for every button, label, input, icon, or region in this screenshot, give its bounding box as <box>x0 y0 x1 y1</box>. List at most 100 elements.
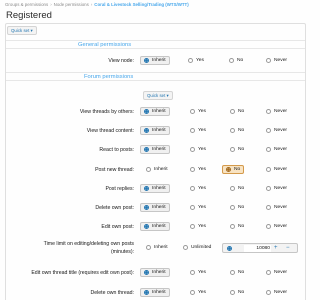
radio-icon <box>230 147 235 152</box>
option-yes[interactable]: Yes <box>190 184 206 193</box>
radio-icon <box>190 270 195 275</box>
radio-icon <box>230 128 235 133</box>
option-no[interactable]: No <box>230 107 244 116</box>
radio-icon <box>230 186 235 191</box>
option-inherit[interactable]: Inherit <box>140 222 170 231</box>
breadcrumb-item[interactable]: Groups & permissions <box>5 2 48 7</box>
radio-icon <box>190 128 195 133</box>
option-inherit[interactable]: Inherit <box>140 268 170 277</box>
section-title: General permissions <box>78 42 132 48</box>
chevron-right-icon: › <box>50 2 52 7</box>
option-yes[interactable]: Yes <box>190 126 206 135</box>
radio-icon <box>230 224 235 229</box>
option-yes[interactable]: Yes <box>190 107 206 116</box>
radio-icon <box>144 128 149 133</box>
option-inherit[interactable]: Inherit <box>140 203 170 212</box>
option-no[interactable]: No <box>222 165 245 174</box>
option-no[interactable]: No <box>229 56 243 65</box>
option-never[interactable]: Never <box>266 184 287 193</box>
radio-icon <box>266 128 271 133</box>
option-no[interactable]: No <box>230 126 244 135</box>
option-yes[interactable]: Yes <box>190 288 206 297</box>
radio-icon <box>190 290 195 295</box>
option-no[interactable]: No <box>230 184 244 193</box>
option-inherit[interactable]: Inherit <box>146 243 168 252</box>
option-no[interactable]: No <box>230 268 244 277</box>
option-never[interactable]: Never <box>266 165 287 174</box>
option-inherit[interactable]: Inherit <box>140 288 170 297</box>
option-yes[interactable]: Yes <box>190 268 206 277</box>
option-never[interactable]: Never <box>266 56 287 65</box>
radio-icon <box>266 186 271 191</box>
increment-button[interactable]: + <box>274 244 278 252</box>
radio-icon <box>230 109 235 114</box>
perm-label: View thread content: <box>86 128 134 134</box>
perm-label: Delete own post: <box>95 205 134 211</box>
perm-label: Post new thread: <box>95 167 134 173</box>
radio-icon <box>266 147 271 152</box>
radio-icon <box>266 224 271 229</box>
section-header-general: General permissions <box>6 40 305 49</box>
option-no[interactable]: No <box>230 203 244 212</box>
option-never[interactable]: Never <box>266 107 287 116</box>
section-title: Forum permissions <box>84 74 134 80</box>
option-never[interactable]: Never <box>266 288 287 297</box>
option-inherit[interactable]: Inherit <box>140 126 170 135</box>
option-never[interactable]: Never <box>266 145 287 154</box>
option-yes[interactable]: Yes <box>188 56 204 65</box>
radio-icon <box>226 167 231 172</box>
option-yes[interactable]: Yes <box>190 165 206 174</box>
perm-label: React to posts: <box>99 147 134 153</box>
radio-icon <box>144 224 149 229</box>
perm-label: View node: <box>108 58 134 64</box>
option-never[interactable]: Never <box>266 222 287 231</box>
time-limit-stepper[interactable]: 10080 + − <box>222 243 298 253</box>
option-yes[interactable]: Yes <box>190 203 206 212</box>
quick-set-button[interactable]: Quick set ▾ <box>143 91 173 100</box>
breadcrumb: Groups & permissions › Node permissions › Co… <box>5 2 189 7</box>
radio-icon <box>266 58 271 63</box>
radio-icon <box>230 270 235 275</box>
option-yes[interactable]: Yes <box>190 222 206 231</box>
breadcrumb-item[interactable]: Node permissions <box>54 2 89 7</box>
radio-icon <box>190 167 195 172</box>
option-never[interactable]: Never <box>266 126 287 135</box>
breadcrumb-item[interactable]: Coral & Livestock Selling/Trading (WTS/W… <box>94 2 188 7</box>
option-inherit[interactable]: Inherit <box>140 184 170 193</box>
radio-icon[interactable] <box>227 245 232 251</box>
option-never[interactable]: Never <box>266 268 287 277</box>
radio-icon <box>190 224 195 229</box>
option-never[interactable]: Never <box>266 203 287 212</box>
radio-icon <box>229 58 234 63</box>
radio-icon <box>144 290 149 295</box>
radio-icon <box>144 205 149 210</box>
time-limit-input[interactable]: 10080 <box>244 245 271 252</box>
option-inherit[interactable]: Inherit <box>140 56 170 65</box>
radio-icon <box>230 290 235 295</box>
option-inherit[interactable]: Inherit <box>140 145 170 154</box>
quick-set-button[interactable]: Quick set ▾ <box>7 26 37 35</box>
decrement-button[interactable]: − <box>286 244 290 252</box>
radio-icon <box>144 147 149 152</box>
perm-label: Edit own post: <box>101 224 134 230</box>
radio-icon <box>188 58 193 63</box>
radio-icon <box>266 205 271 210</box>
option-inherit[interactable]: Inherit <box>146 165 168 174</box>
section-header-forum: Forum permissions <box>6 72 305 81</box>
radio-icon <box>190 109 195 114</box>
option-unlimited[interactable]: Unlimited <box>183 243 211 252</box>
radio-icon <box>144 186 149 191</box>
radio-icon <box>266 109 271 114</box>
radio-icon <box>190 147 195 152</box>
option-no[interactable]: No <box>230 222 244 231</box>
radio-icon <box>266 270 271 275</box>
radio-icon <box>146 167 151 172</box>
page-title: Registered <box>6 10 52 21</box>
radio-icon <box>190 205 195 210</box>
option-no[interactable]: No <box>230 288 244 297</box>
option-yes[interactable]: Yes <box>190 145 206 154</box>
radio-icon <box>146 245 151 250</box>
option-no[interactable]: No <box>230 145 244 154</box>
perm-label: Post replies: <box>105 186 134 192</box>
option-inherit[interactable]: Inherit <box>140 107 170 116</box>
